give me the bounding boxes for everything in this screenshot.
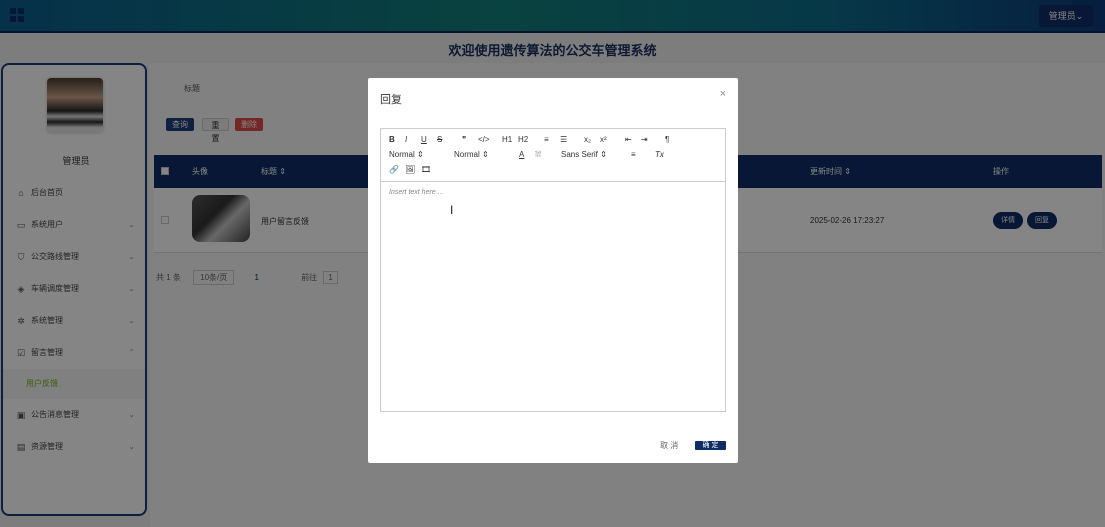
outdent-button[interactable]: ⇤ [625, 135, 632, 144]
confirm-button[interactable]: 确 定 [695, 441, 726, 450]
bold-button[interactable]: B [389, 135, 395, 144]
header1-button[interactable]: H1 [502, 135, 512, 144]
superscript-button[interactable]: x² [600, 135, 607, 144]
rtl-button[interactable]: ¶ [665, 135, 669, 144]
close-icon[interactable]: × [720, 88, 726, 100]
link-icon[interactable]: 🔗 [389, 165, 399, 174]
clear-format-button[interactable]: Tx [655, 150, 664, 159]
indent-button[interactable]: ⇥ [641, 135, 648, 144]
blockquote-button[interactable]: ❞ [462, 135, 466, 144]
cancel-button[interactable]: 取 消 [660, 440, 678, 451]
subscript-button[interactable]: x₂ [584, 135, 591, 144]
rich-text-editor: B I U S ❞ </> H1 H2 ≡ ☰ x₂ x² ⇤ ⇥ ¶ Norm… [380, 128, 726, 412]
font-select[interactable]: Sans Serif ⇕ [561, 150, 607, 159]
toolbar-row-1: B I U S ❞ </> H1 H2 ≡ ☰ x₂ x² ⇤ ⇥ ¶ [389, 133, 717, 148]
toolbar-row-2: Normal ⇕ Normal ⇕ A ⛆ Sans Serif ⇕ ≡ Tx [389, 148, 717, 163]
text-cursor-icon: I [450, 203, 454, 217]
dialog-title: 回复 [380, 94, 402, 106]
code-block-button[interactable]: </> [478, 135, 490, 144]
header2-button[interactable]: H2 [518, 135, 528, 144]
image-icon[interactable]: 🖼 [405, 165, 415, 174]
strike-button[interactable]: S [437, 135, 442, 144]
reply-dialog: 回复 × B I U S ❞ </> H1 H2 ≡ ☰ x₂ x² ⇤ ⇥ ¶ [368, 78, 738, 463]
size-select[interactable]: Normal ⇕ [389, 150, 424, 159]
background-color-button[interactable]: ⛆ [535, 150, 541, 160]
editor-placeholder[interactable]: Insert text here ... [389, 189, 443, 196]
ordered-list-button[interactable]: ≡ [544, 135, 549, 144]
align-select[interactable]: ≡ [631, 150, 636, 159]
video-icon[interactable]: 🎞 [421, 165, 431, 174]
italic-button[interactable]: I [405, 135, 407, 144]
toolbar-row-3: 🔗 🖼 🎞 [389, 163, 717, 178]
underline-button[interactable]: U [421, 135, 427, 144]
font-color-button[interactable]: A [519, 150, 524, 159]
editor-toolbar: B I U S ❞ </> H1 H2 ≡ ☰ x₂ x² ⇤ ⇥ ¶ Norm… [381, 129, 725, 182]
bullet-list-button[interactable]: ☰ [560, 135, 567, 144]
header-select[interactable]: Normal ⇕ [454, 150, 489, 159]
